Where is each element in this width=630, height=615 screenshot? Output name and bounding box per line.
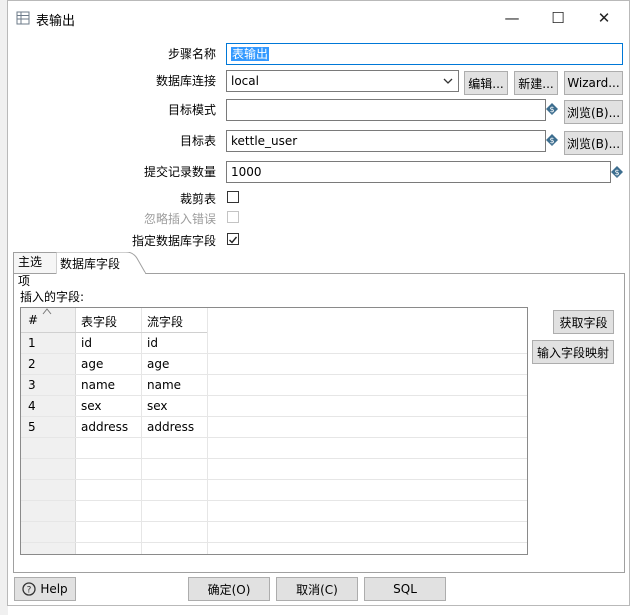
maximize-icon: ☐ — [551, 9, 565, 27]
column-header-num[interactable]: # — [28, 313, 38, 327]
minimize-button[interactable]: — — [489, 1, 535, 35]
window-title: 表输出 — [36, 14, 76, 29]
table-field-cell[interactable]: id — [81, 336, 92, 350]
close-button[interactable]: ✕ — [581, 1, 627, 35]
svg-text:$: $ — [549, 136, 554, 145]
specify-db-fields-label: 指定数据库字段 — [131, 234, 216, 248]
specify-db-fields-checkbox[interactable] — [227, 233, 239, 245]
wizard-button[interactable]: Wizard... — [564, 71, 623, 95]
row-divider — [21, 374, 527, 375]
commit-size-value: 1000 — [231, 165, 262, 179]
column-divider — [141, 308, 142, 554]
db-connection-value: local — [231, 74, 259, 88]
get-fields-button[interactable]: 获取字段 — [553, 310, 614, 334]
inserted-fields-label: 插入的字段: — [20, 290, 85, 304]
row-number-cell[interactable]: 5 — [28, 420, 36, 434]
sort-ascending-icon — [42, 308, 52, 315]
title-bar: 表输出 — ☐ ✕ — [8, 1, 629, 35]
db-connection-label: 数据库连接 — [155, 74, 216, 88]
tab-db-fields-label: 数据库字段 — [60, 257, 121, 271]
svg-text:?: ? — [27, 586, 32, 596]
row-divider — [21, 500, 527, 501]
db-connection-select[interactable]: local — [226, 70, 459, 92]
tab-db-fields[interactable]: 数据库字段 — [56, 252, 146, 274]
step-name-value: 表输出 — [231, 47, 270, 61]
help-icon: ? — [22, 582, 36, 596]
table-output-icon — [16, 11, 30, 25]
stream-field-cell[interactable]: sex — [147, 399, 168, 413]
stream-field-cell[interactable]: address — [147, 420, 194, 434]
help-button[interactable]: ? Help — [14, 577, 76, 601]
row-number-cell[interactable]: 2 — [28, 357, 36, 371]
stream-field-cell[interactable]: age — [147, 357, 169, 371]
row-divider — [21, 416, 527, 417]
sql-button[interactable]: SQL — [364, 577, 446, 601]
fields-table[interactable]: # 表字段 流字段 1 id id 2 age age 3 name name 4 sex sex 5 a… — [20, 307, 528, 555]
variable-icon[interactable]: $ — [546, 103, 558, 115]
column-divider — [207, 308, 208, 554]
truncate-table-label: 裁剪表 — [179, 192, 216, 206]
commit-size-input[interactable]: 1000 — [226, 161, 611, 183]
target-table-label: 目标表 — [179, 134, 216, 148]
svg-text:$: $ — [549, 105, 554, 114]
column-header-stream-field[interactable]: 流字段 — [147, 313, 183, 330]
minimize-icon: — — [504, 9, 520, 27]
table-field-cell[interactable]: sex — [81, 399, 102, 413]
chevron-down-icon — [443, 78, 453, 84]
close-icon: ✕ — [597, 9, 611, 27]
ok-button[interactable]: 确定(O) — [188, 577, 270, 601]
table-field-cell[interactable]: age — [81, 357, 103, 371]
step-name-input[interactable]: 表输出 — [226, 43, 623, 65]
row-divider — [21, 353, 527, 354]
target-table-value: kettle_user — [231, 134, 298, 148]
browse-schema-button[interactable]: 浏览(B)... — [564, 100, 623, 124]
checkmark-icon — [229, 236, 238, 244]
target-table-input[interactable]: kettle_user — [226, 130, 546, 152]
maximize-button[interactable]: ☐ — [535, 1, 581, 35]
commit-size-label: 提交记录数量 — [143, 165, 216, 179]
new-connection-button[interactable]: 新建... — [514, 71, 558, 95]
map-fields-button[interactable]: 输入字段映射 — [532, 340, 614, 364]
tab-main-options[interactable]: 主选项 — [13, 252, 57, 288]
variable-icon[interactable]: $ — [611, 166, 623, 178]
target-schema-input[interactable] — [226, 99, 546, 121]
row-number-cell[interactable]: 1 — [28, 336, 36, 350]
column-divider — [75, 308, 76, 554]
ignore-insert-errors-label: 忽略插入错误 — [143, 212, 216, 226]
row-number-cell[interactable]: 3 — [28, 378, 36, 392]
cancel-button[interactable]: 取消(C) — [276, 577, 358, 601]
row-divider — [21, 458, 527, 459]
stream-field-cell[interactable]: id — [147, 336, 158, 350]
stream-field-cell[interactable]: name — [147, 378, 181, 392]
truncate-table-checkbox[interactable] — [227, 191, 239, 203]
variable-icon[interactable]: $ — [546, 134, 558, 146]
row-divider — [21, 479, 527, 480]
svg-text:$: $ — [614, 168, 619, 177]
row-divider — [21, 521, 527, 522]
edit-connection-button[interactable]: 编辑... — [464, 71, 508, 95]
row-divider — [21, 437, 527, 438]
step-name-label: 步骤名称 — [167, 47, 216, 61]
header-divider — [21, 332, 207, 333]
table-field-cell[interactable]: address — [81, 420, 128, 434]
row-divider — [21, 395, 527, 396]
column-header-table-field[interactable]: 表字段 — [81, 313, 117, 330]
ignore-insert-errors-checkbox — [227, 211, 239, 223]
row-number-cell[interactable]: 4 — [28, 399, 36, 413]
table-output-dialog: 表输出 — ☐ ✕ 步骤名称 表输出 数据库连接 local 编辑... 新建.… — [7, 0, 630, 606]
table-field-cell[interactable]: name — [81, 378, 115, 392]
row-divider — [21, 542, 527, 543]
target-schema-label: 目标模式 — [167, 103, 216, 117]
browse-table-button[interactable]: 浏览(B)... — [564, 131, 623, 155]
